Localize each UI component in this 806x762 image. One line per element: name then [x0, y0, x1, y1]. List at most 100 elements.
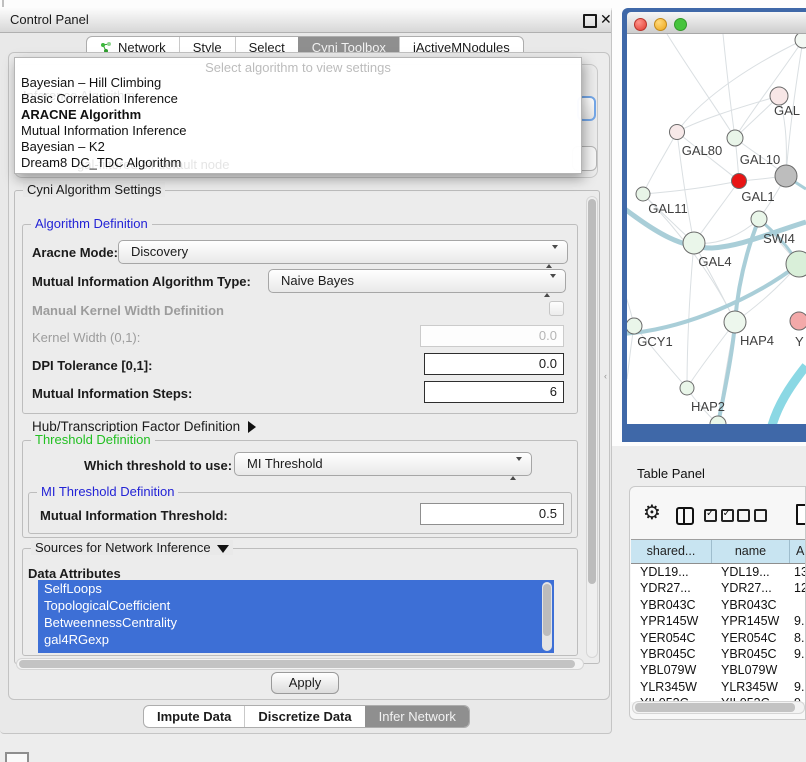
node-label: GAL11: [648, 201, 688, 216]
tab-discretize-data[interactable]: Discretize Data: [244, 706, 364, 727]
table-hscrollbar[interactable]: [632, 701, 805, 714]
list-item[interactable]: BetweennessCentrality: [38, 614, 554, 631]
minimize-traffic-light[interactable]: [654, 18, 667, 31]
zoom-traffic-light[interactable]: [674, 18, 687, 31]
table-panel: ⚙ shared... name A YDL19...YDL19...13 YD…: [629, 486, 806, 720]
deselect-all-icon[interactable]: [737, 509, 767, 525]
aracne-mode-select[interactable]: Discovery: [118, 240, 568, 264]
algorithm-dropdown-popup: Inference Algorithm gal-filtered sif def…: [14, 57, 582, 174]
network-node-hap2[interactable]: [680, 381, 694, 395]
which-threshold-select[interactable]: MI Threshold: [234, 452, 532, 476]
splitter-handle[interactable]: ‹: [604, 372, 608, 380]
column-header-shared-name[interactable]: shared...: [631, 540, 712, 563]
table-row[interactable]: YER054CYER054C8.: [631, 630, 806, 646]
manual-kernel-label: Manual Kernel Width Definition: [32, 303, 224, 318]
network-node-labels: GAL GAL80 GAL10 GAL1 GAL11 SWI4 GAL4 GCY…: [637, 103, 804, 414]
node-label: GAL1: [741, 189, 774, 204]
columns-icon[interactable]: [676, 507, 694, 525]
settings-scrollbar[interactable]: [586, 196, 598, 658]
attributes-scrollbar[interactable]: [542, 582, 552, 651]
data-attributes-label: Data Attributes: [28, 566, 121, 581]
list-item[interactable]: gal4RGexp: [38, 631, 554, 648]
table-row[interactable]: YBR043CYBR043C: [631, 597, 806, 613]
bottom-tabs: Impute Data Discretize Data Infer Networ…: [143, 705, 470, 728]
dropdown-item[interactable]: Mutual Information Inference: [21, 123, 186, 139]
table-row[interactable]: YBL079WYBL079W: [631, 662, 806, 678]
dropdown-item[interactable]: Bayesian – K2: [21, 139, 105, 155]
settings-scrollbar-thumb[interactable]: [588, 199, 596, 584]
column-header-cut[interactable]: A: [790, 540, 806, 563]
network-node[interactable]: [795, 34, 806, 48]
mi-type-label: Mutual Information Algorithm Type:: [32, 274, 251, 289]
float-window-icon[interactable]: [583, 14, 597, 28]
kernel-width-field[interactable]: 0.0: [420, 325, 564, 347]
settings-hscrollbar[interactable]: [16, 658, 584, 670]
aracne-mode-value: Discovery: [131, 244, 188, 259]
node-label: GAL: [774, 103, 800, 118]
mi-type-select[interactable]: Naive Bayes: [268, 269, 566, 293]
dropdown-item[interactable]: Dream8 DC_TDC Algorithm: [21, 155, 181, 171]
close-traffic-light[interactable]: [634, 18, 647, 31]
close-icon[interactable]: ✕: [600, 11, 612, 28]
combo-arrows-icon: [544, 275, 556, 297]
network-node-pink[interactable]: [790, 312, 806, 330]
network-canvas[interactable]: GAL GAL80 GAL10 GAL1 GAL11 SWI4 GAL4 GCY…: [627, 34, 806, 424]
network-node-swi4[interactable]: [751, 211, 767, 227]
node-label: SWI4: [763, 231, 795, 246]
table-hscrollbar-thumb[interactable]: [635, 703, 795, 712]
node-label: GCY1: [637, 334, 672, 349]
minimized-panel-icon[interactable]: [5, 752, 29, 762]
aracne-mode-label: Aracne Mode:: [32, 245, 118, 260]
table-row[interactable]: YPR145WYPR145W9.: [631, 613, 806, 629]
list-item[interactable]: TopologicalCoefficient: [38, 597, 554, 614]
tab-impute-data[interactable]: Impute Data: [144, 706, 244, 727]
data-attributes-list[interactable]: SelfLoops TopologicalCoefficient Between…: [38, 580, 554, 653]
network-node-gal11[interactable]: [636, 187, 650, 201]
mi-type-value: Naive Bayes: [281, 273, 354, 288]
network-node-gal80[interactable]: [670, 125, 685, 140]
combo-arrows-icon: [510, 458, 522, 480]
dpi-tolerance-field[interactable]: 0.0: [424, 353, 564, 375]
combo-arrows-icon: [546, 246, 558, 268]
table-row[interactable]: YLR345WYLR345W9.: [631, 679, 806, 695]
mi-steps-label: Mutual Information Steps:: [32, 386, 192, 401]
tab-infer-network[interactable]: Infer Network: [365, 706, 469, 727]
threshold-definition-title: Threshold Definition: [31, 432, 155, 447]
gear-icon[interactable]: ⚙: [643, 503, 661, 523]
table-panel-title: Table Panel: [637, 466, 705, 481]
list-item[interactable]: SelfLoops: [38, 580, 554, 597]
dropdown-item-selected[interactable]: ARACNE Algorithm: [21, 107, 141, 123]
table-row[interactable]: YBR045CYBR045C9.: [631, 646, 806, 662]
apply-button[interactable]: Apply: [271, 672, 339, 694]
sources-title-row[interactable]: Sources for Network Inference: [31, 540, 233, 555]
network-node-gray[interactable]: [775, 165, 797, 187]
select-all-icon[interactable]: [704, 509, 734, 525]
network-node-gcy1[interactable]: [627, 318, 642, 334]
column-header-name[interactable]: name: [712, 540, 790, 563]
mi-steps-field[interactable]: 6: [424, 381, 564, 403]
dropdown-prompt: Select algorithm to view settings: [15, 60, 581, 75]
dropdown-item[interactable]: Bayesian – Hill Climbing: [21, 75, 161, 91]
network-node-gal4[interactable]: [683, 232, 705, 254]
control-panel-titlebar[interactable]: [0, 8, 611, 33]
dropdown-item[interactable]: Basic Correlation Inference: [21, 91, 178, 107]
expand-right-icon: [248, 421, 256, 433]
new-table-icon[interactable]: [796, 504, 806, 525]
node-label: HAP2: [691, 399, 725, 414]
mi-threshold-field[interactable]: 0.5: [420, 503, 564, 525]
manual-kernel-checkbox[interactable]: [549, 301, 564, 316]
network-node[interactable]: [710, 416, 726, 424]
attributes-scrollbar-thumb[interactable]: [543, 584, 551, 636]
table-row[interactable]: YDR27...YDR27...12: [631, 580, 806, 596]
table-row[interactable]: YDL19...YDL19...13: [631, 564, 806, 580]
network-graph: GAL GAL80 GAL10 GAL1 GAL11 SWI4 GAL4 GCY…: [627, 34, 806, 424]
network-node-hap4[interactable]: [724, 311, 746, 333]
network-node-gal10[interactable]: [727, 130, 743, 146]
node-label: HAP4: [740, 333, 774, 348]
settings-hscrollbar-thumb[interactable]: [19, 660, 575, 668]
network-node-gal1[interactable]: [732, 174, 747, 189]
table-header: shared... name A: [631, 540, 806, 564]
node-label: Y: [795, 334, 804, 349]
which-threshold-value: MI Threshold: [247, 456, 323, 471]
app-root: Control Panel ✕ Network Style Select Cyn…: [0, 0, 806, 762]
